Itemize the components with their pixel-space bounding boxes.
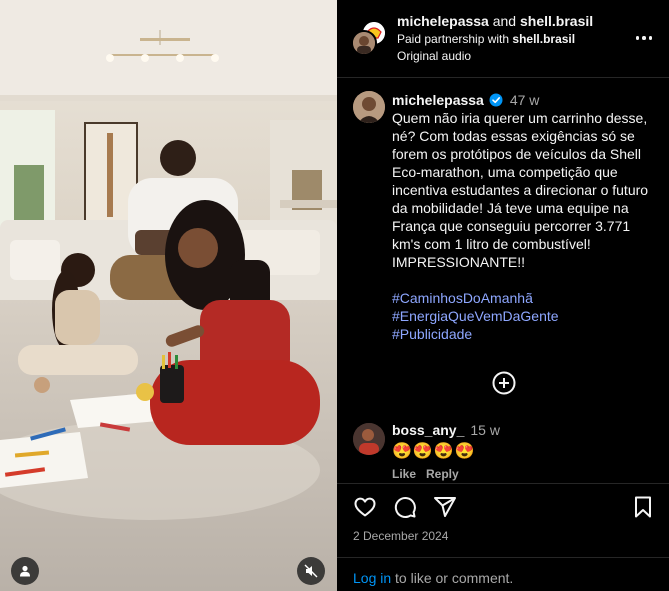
caption-time[interactable]: 47 w [510,92,540,108]
comment-like-button[interactable]: Like [392,467,416,481]
caption-username[interactable]: michelepassa [392,92,484,108]
speaker-muted-icon [304,564,318,578]
plus-circle-icon [492,371,516,395]
comment-time[interactable]: 15 w [470,422,500,438]
tagged-users-button[interactable] [11,557,39,585]
comment-text: 😍😍😍😍 [392,443,476,460]
hashtag-link[interactable]: #CaminhosDoAmanhã [392,289,660,307]
hashtag-link[interactable]: #Publicidade [392,325,660,343]
verified-badge-icon [489,93,503,107]
load-more-comments-button[interactable] [492,371,516,395]
more-options-icon [635,36,653,40]
header-accounts: michelepassa and shell.brasil [397,12,627,30]
paid-partnership-link[interactable]: shell.brasil [512,32,575,46]
login-prompt-text: to like or comment. [391,570,514,586]
header-text: michelepassa and shell.brasil Paid partn… [397,12,627,65]
post-date[interactable]: 2 December 2024 [353,529,448,543]
mute-toggle-button[interactable] [297,557,325,585]
more-options-button[interactable] [633,28,655,48]
collab-avatars[interactable] [351,20,389,58]
audio-label[interactable]: Original audio [397,48,627,65]
comment-body: boss_any_ 15 w 😍😍😍😍 Like Reply [392,422,500,481]
save-button[interactable] [630,494,656,520]
caption-header: michelepassa 47 w [392,91,660,109]
comment-bubble-icon [394,496,416,518]
caption-body: michelepassa 47 w Quem não iria querer u… [392,91,660,343]
paid-partnership-label: Paid partnership with shell.brasil [397,31,627,48]
commenter-avatar[interactable] [353,423,385,455]
post-header: michelepassa and shell.brasil Paid partn… [337,0,669,78]
user-icon [20,565,30,577]
account-username[interactable]: michelepassa [397,13,489,29]
comment-reply-button[interactable]: Reply [426,467,459,481]
commenter-username[interactable]: boss_any_ [392,422,464,438]
comment-header: boss_any_ 15 w [392,422,500,440]
comment-actions: Like Reply [392,467,500,481]
post-video-frame [0,0,337,591]
caption-hashtags: #CaminhosDoAmanhã #EnergiaQueVemDaGente … [392,289,660,343]
heart-icon [354,497,376,517]
like-button[interactable] [352,494,378,520]
share-button[interactable] [432,494,458,520]
hashtag-link[interactable]: #EnergiaQueVemDaGente [392,307,660,325]
post-actions: 2 December 2024 Log in to like or commen… [337,483,669,591]
bookmark-icon [635,496,651,518]
post-media[interactable] [0,0,337,591]
conjunction-text: and [492,13,517,29]
post-side-panel: michelepassa and shell.brasil Paid partn… [337,0,669,591]
comments-section[interactable]: michelepassa 47 w Quem não iria querer u… [337,79,669,483]
account-avatar[interactable] [351,30,377,56]
login-link[interactable]: Log in [353,570,391,586]
comment-item: boss_any_ 15 w 😍😍😍😍 Like Reply [353,422,663,482]
caption-text: Quem não iria querer um carrinho desse, … [392,110,649,270]
partner-username[interactable]: shell.brasil [520,13,593,29]
comment-button[interactable] [392,494,418,520]
paper-plane-icon [434,497,456,517]
paid-partnership-prefix: Paid partnership with [397,32,510,46]
login-prompt: Log in to like or comment. [337,557,669,591]
caption-avatar[interactable] [353,91,385,123]
